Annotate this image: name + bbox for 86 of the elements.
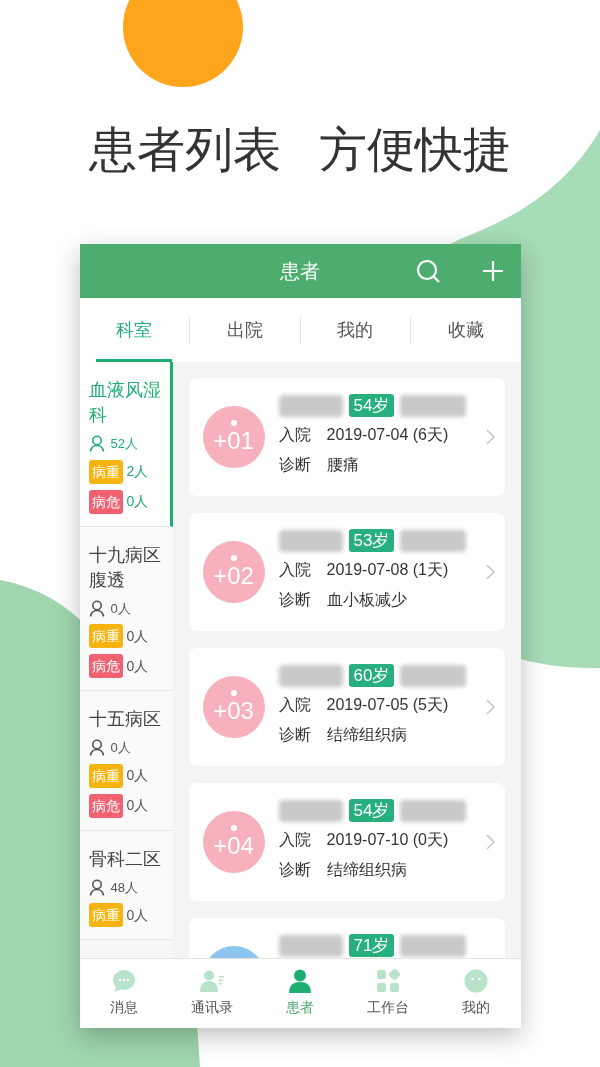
severity-count: 0人	[126, 656, 149, 676]
field-label: 入院	[278, 425, 311, 445]
bed-number: +04	[213, 833, 254, 859]
patient-count: 48人	[110, 878, 138, 897]
blurred-info	[400, 394, 467, 417]
department-name: 骨科二区	[88, 847, 162, 871]
age-badge: 53岁	[348, 529, 395, 552]
blurred-info	[400, 664, 467, 687]
severity-count: 0人	[126, 905, 149, 925]
chevron-right-icon	[485, 834, 495, 850]
diagnosis-text: 结缔组织病	[326, 725, 407, 745]
smiley-icon	[464, 969, 489, 993]
blurred-name	[278, 934, 343, 957]
department-name: 血液风湿科	[88, 379, 162, 427]
blurred-name	[278, 664, 343, 687]
tab[interactable]: 我的	[317, 298, 394, 362]
patient-count: 0人	[110, 599, 131, 618]
patient-count: 0人	[110, 739, 131, 757]
severity-count: 0人	[126, 796, 149, 815]
field-label: 诊断	[278, 860, 311, 880]
nav-item[interactable]: 通讯录	[167, 969, 256, 1018]
admission-date: 2019-07-04 (6天)	[326, 425, 449, 445]
add-icon[interactable]	[482, 261, 503, 281]
field-label: 诊断	[278, 455, 311, 475]
severity-badge: 病重	[88, 903, 123, 927]
severity-count: 0人	[126, 492, 149, 511]
chevron-right-icon	[485, 429, 495, 445]
diagnosis-text: 结缔组织病	[326, 860, 407, 880]
person-icon	[88, 739, 105, 757]
severity-badge: 病重	[88, 624, 123, 648]
blurred-name	[278, 394, 343, 417]
bed-number: +02	[213, 563, 254, 589]
age-badge: 54岁	[348, 394, 395, 417]
diagnosis-text: 腰痛	[326, 455, 359, 475]
person-icon	[88, 878, 105, 896]
headline-text: 方便快捷	[319, 122, 511, 178]
severity-count: 0人	[126, 626, 149, 646]
chevron-right-icon	[485, 699, 495, 715]
severity-count: 0人	[126, 766, 149, 785]
person-icon	[88, 435, 105, 453]
blurred-name	[278, 799, 343, 822]
field-label: 诊断	[278, 725, 311, 745]
patient-card[interactable]: +03 60岁 入院 2019-07-05 (5天) 诊断 结缔组织病	[188, 648, 505, 766]
nav-item[interactable]: 我的	[432, 969, 521, 1018]
blurred-info	[400, 934, 467, 957]
diagnosis-text: 血小板减少	[326, 590, 407, 610]
tab[interactable]: 收藏	[427, 298, 504, 362]
age-badge: 54岁	[348, 799, 395, 822]
person-icon	[289, 969, 311, 993]
blurred-info	[400, 799, 467, 822]
chat-bubble-icon	[111, 969, 136, 993]
department-name: 十九病区腹透	[88, 543, 162, 592]
age-badge: 71岁	[348, 934, 395, 957]
admission-date: 2019-07-05 (5天)	[326, 695, 449, 715]
severity-badge: 病重	[88, 763, 123, 788]
admission-date: 2019-07-08 (1天)	[326, 560, 449, 580]
department-name: 十五病区	[88, 708, 162, 731]
blurred-name	[278, 529, 343, 552]
admission-date: 2019-07-10 (0天)	[326, 830, 449, 850]
person-icon	[88, 599, 105, 617]
severity-badge: 病危	[88, 489, 123, 514]
nav-item[interactable]: 消息	[79, 969, 168, 1018]
field-label: 诊断	[278, 590, 311, 610]
search-icon[interactable]	[415, 259, 441, 284]
bed-number: +01	[213, 428, 254, 454]
severity-badge: 病危	[88, 654, 123, 678]
patient-card[interactable]: +01 54岁 入院 2019-07-04 (6天) 诊断 腰痛	[188, 378, 505, 496]
tab[interactable]: 出院	[206, 298, 283, 362]
severity-count: 2人	[126, 462, 149, 481]
nav-item[interactable]: 工作台	[344, 969, 433, 1018]
headline-text: 患者列表	[89, 122, 281, 178]
header-title: 患者	[280, 259, 320, 284]
bed-number: +03	[213, 698, 254, 724]
patient-card[interactable]: +04 54岁 入院 2019-07-10 (0天) 诊断 结缔组织病	[188, 783, 505, 901]
patient-card[interactable]: +02 53岁 入院 2019-07-08 (1天) 诊断 血小板减少	[188, 513, 505, 631]
chevron-right-icon	[485, 564, 495, 580]
severity-badge: 病危	[88, 793, 123, 818]
patient-count: 52人	[110, 435, 138, 453]
blurred-info	[400, 529, 467, 552]
field-label: 入院	[278, 830, 311, 850]
field-label: 入院	[278, 695, 311, 715]
age-badge: 60岁	[348, 664, 395, 687]
grid-icon	[376, 969, 401, 993]
contacts-icon	[198, 969, 225, 993]
field-label: 入院	[278, 560, 311, 580]
severity-badge: 病重	[88, 459, 123, 484]
